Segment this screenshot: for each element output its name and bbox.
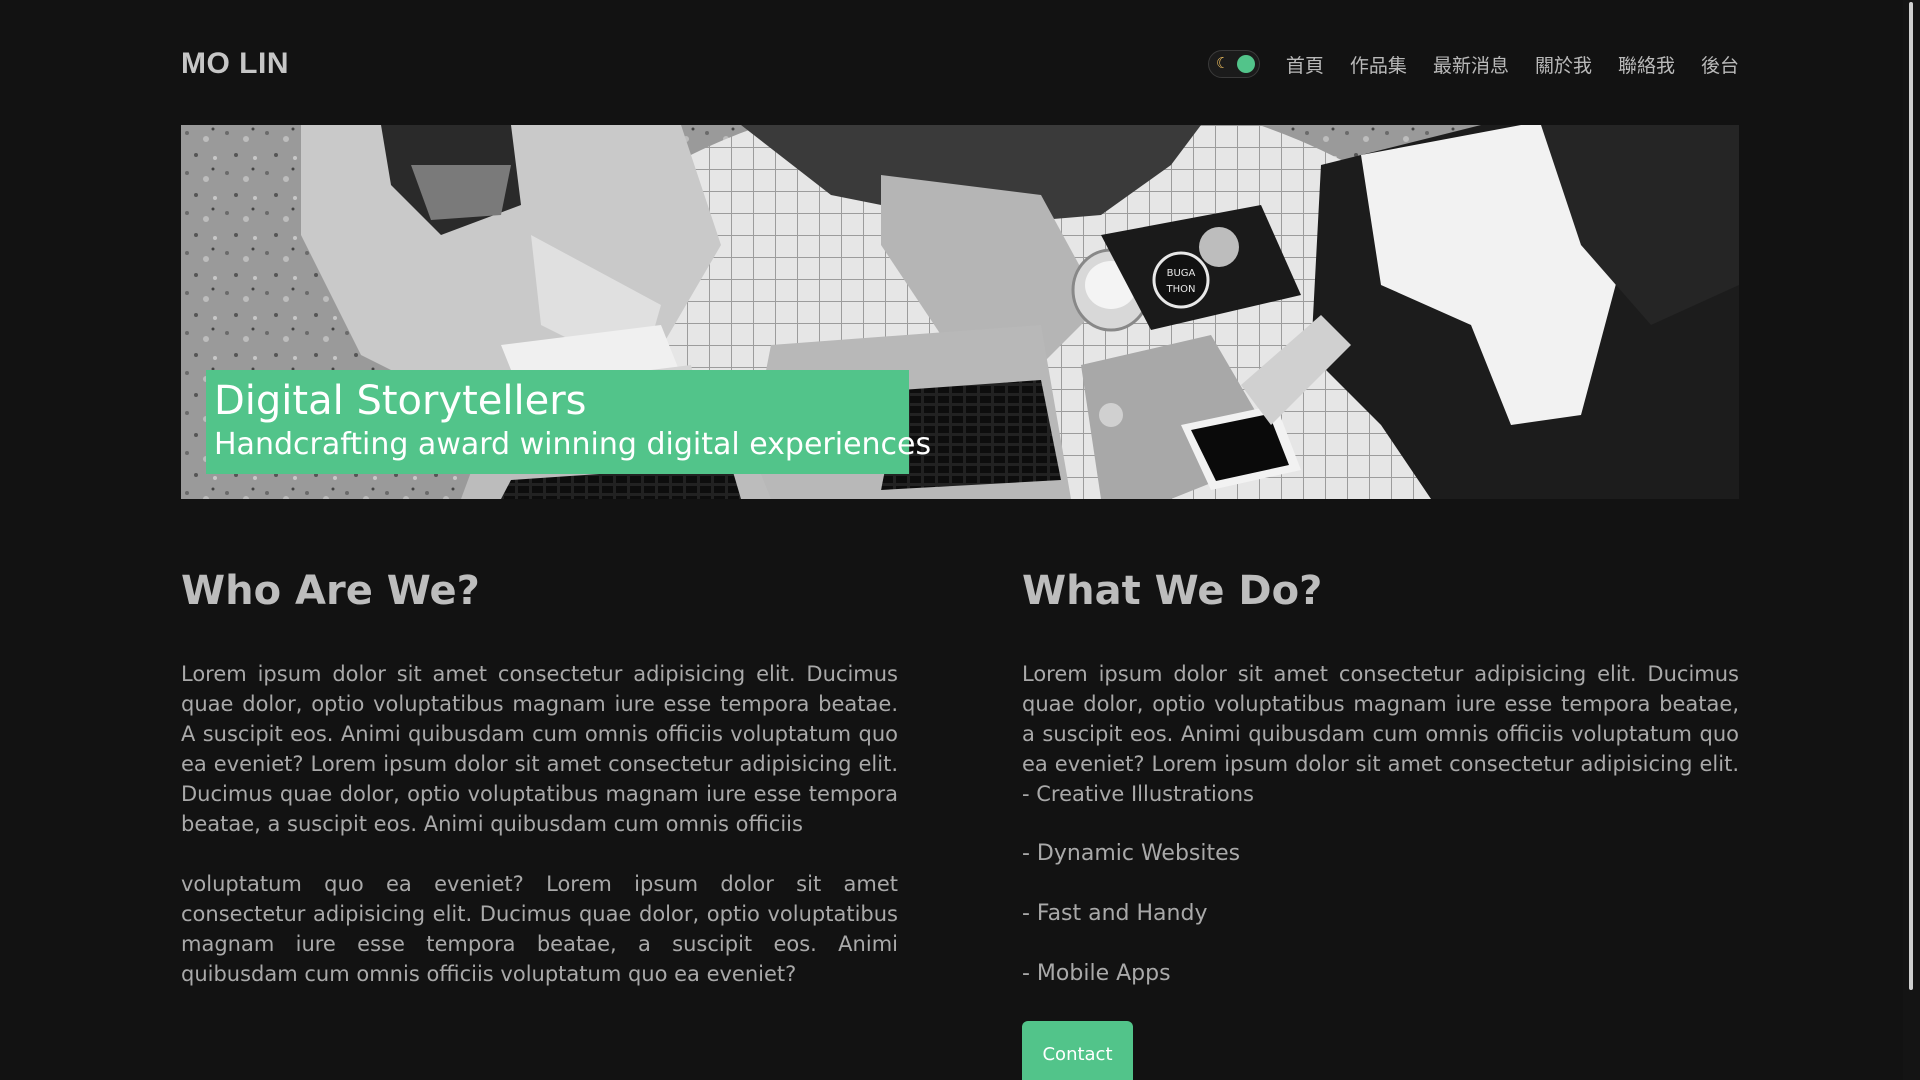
who-section: Who Are We? Lorem ipsum dolor sit amet c… — [181, 565, 898, 1019]
hero-subtitle: Handcrafting award winning digital exper… — [214, 427, 932, 462]
what-paragraph: Lorem ipsum dolor sit amet consectetur a… — [1022, 662, 1739, 806]
list-item: - Mobile Apps — [1022, 961, 1171, 986]
toggle-knob — [1236, 55, 1255, 73]
page: MO LIN ☾ 首頁 作品集 最新消息 關於我 聯絡我 後台 BUGA THO… — [0, 0, 1920, 1080]
main-nav: ☾ 首頁 作品集 最新消息 關於我 聯絡我 後台 — [1207, 50, 1739, 78]
badge-text: BUGA — [1167, 268, 1196, 279]
nav-about[interactable]: 關於我 — [1535, 51, 1592, 78]
nav-news[interactable]: 最新消息 — [1433, 51, 1509, 78]
what-section: What We Do? Lorem ipsum dolor sit amet c… — [1022, 565, 1739, 1080]
hero-caption: Digital Storytellers Handcrafting award … — [206, 370, 932, 474]
nav-admin[interactable]: 後台 — [1701, 51, 1739, 78]
scrollbar-thumb[interactable] — [1909, 2, 1913, 990]
contact-button[interactable]: Contact — [1022, 1021, 1133, 1080]
list-item: - Dynamic Websites — [1022, 841, 1241, 866]
nav-portfolio[interactable]: 作品集 — [1350, 51, 1407, 78]
what-heading: What We Do? — [1022, 568, 1323, 614]
moon-icon: ☾ — [1215, 55, 1230, 72]
hero-title: Digital Storytellers — [214, 378, 587, 424]
who-paragraph-2: voluptatum quo ea eveniet? Lorem ipsum d… — [181, 872, 898, 986]
nav-contact[interactable]: 聯絡我 — [1618, 51, 1675, 78]
hero-banner: BUGA THON Digital Storytellers Handcraft… — [181, 125, 1739, 499]
page-scrollbar[interactable] — [1903, 0, 1920, 1080]
brand-logo[interactable]: MO LIN — [181, 47, 289, 81]
list-item: - Fast and Handy — [1022, 901, 1208, 926]
who-heading: Who Are We? — [181, 568, 480, 614]
nav-home[interactable]: 首頁 — [1286, 51, 1324, 78]
theme-toggle[interactable]: ☾ — [1207, 50, 1260, 78]
svg-text:THON: THON — [1166, 284, 1196, 295]
who-paragraph-1: Lorem ipsum dolor sit amet consectetur a… — [181, 662, 898, 836]
site-header: MO LIN ☾ 首頁 作品集 最新消息 關於我 聯絡我 後台 — [181, 40, 1739, 88]
